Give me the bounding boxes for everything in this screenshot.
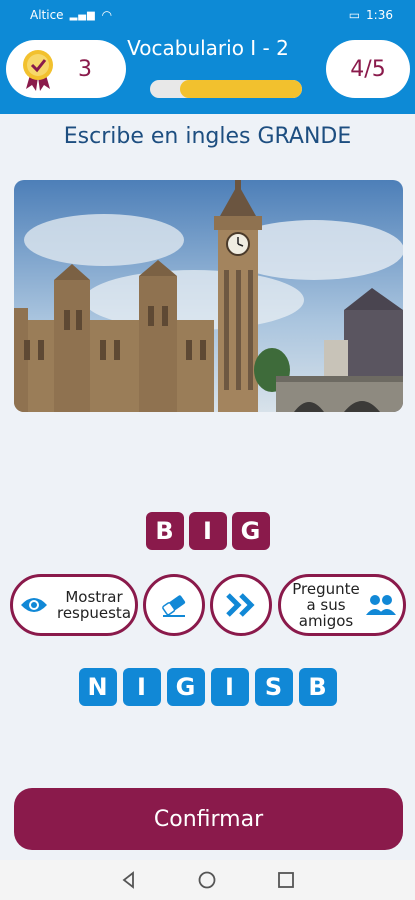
answer-letter[interactable]: G <box>231 512 270 550</box>
answer-letter[interactable]: I <box>188 512 227 550</box>
score-value: 3 <box>78 56 92 82</box>
question-image <box>14 180 403 412</box>
letter-choices: N I G I S B <box>0 668 415 706</box>
letter-choice[interactable]: I <box>122 668 161 706</box>
letter-choice[interactable]: G <box>166 668 205 706</box>
status-bar: Altice ▂▄▆ ◠ ▭ 1:36 <box>0 0 415 30</box>
battery-icon: ▭ <box>348 8 361 22</box>
tools-row: Mostrar respuesta Pregunte a sus amigos <box>0 574 415 636</box>
ask-friends-button[interactable]: Pregunte a sus amigos <box>278 574 406 636</box>
header: 3 Vocabulario I - 2 4/5 <box>0 30 415 114</box>
skip-button[interactable] <box>210 574 272 636</box>
letter-choice[interactable]: N <box>78 668 117 706</box>
wifi-icon: ◠ <box>101 8 113 22</box>
system-nav-bar <box>0 860 415 900</box>
progress-bar <box>150 80 302 98</box>
home-icon[interactable] <box>197 870 217 890</box>
recents-icon[interactable] <box>276 870 296 890</box>
show-answer-label: Mostrar respuesta <box>56 588 132 622</box>
letter-choice[interactable]: B <box>298 668 337 706</box>
progress-fill <box>180 80 302 98</box>
answer-letter[interactable]: B <box>145 512 184 550</box>
answer-slots: B I G <box>0 512 415 550</box>
score-pill: 3 <box>6 40 126 98</box>
eye-icon <box>21 598 47 612</box>
question-prompt: Escribe en ingles GRANDE <box>63 124 352 149</box>
letter-choice[interactable]: I <box>210 668 249 706</box>
friends-icon <box>366 595 396 615</box>
ask-friends-label: Pregunte a sus amigos <box>292 580 360 630</box>
signal-icon: ▂▄▆ <box>69 9 96 21</box>
carrier-label: Altice <box>30 8 64 22</box>
confirm-button[interactable]: Confirmar <box>14 788 403 850</box>
progress-counter: 4/5 <box>326 40 410 98</box>
eraser-icon <box>162 595 186 617</box>
erase-button[interactable] <box>143 574 205 636</box>
lesson-title: Vocabulario I - 2 <box>127 36 289 60</box>
status-time: 1:36 <box>366 8 393 22</box>
double-chevron-right-icon <box>226 593 255 617</box>
back-icon[interactable] <box>119 870 139 890</box>
big-ben-illustration <box>14 180 403 412</box>
letter-choice[interactable]: S <box>254 668 293 706</box>
medal-icon <box>23 50 53 91</box>
show-answer-button[interactable]: Mostrar respuesta <box>10 574 138 636</box>
